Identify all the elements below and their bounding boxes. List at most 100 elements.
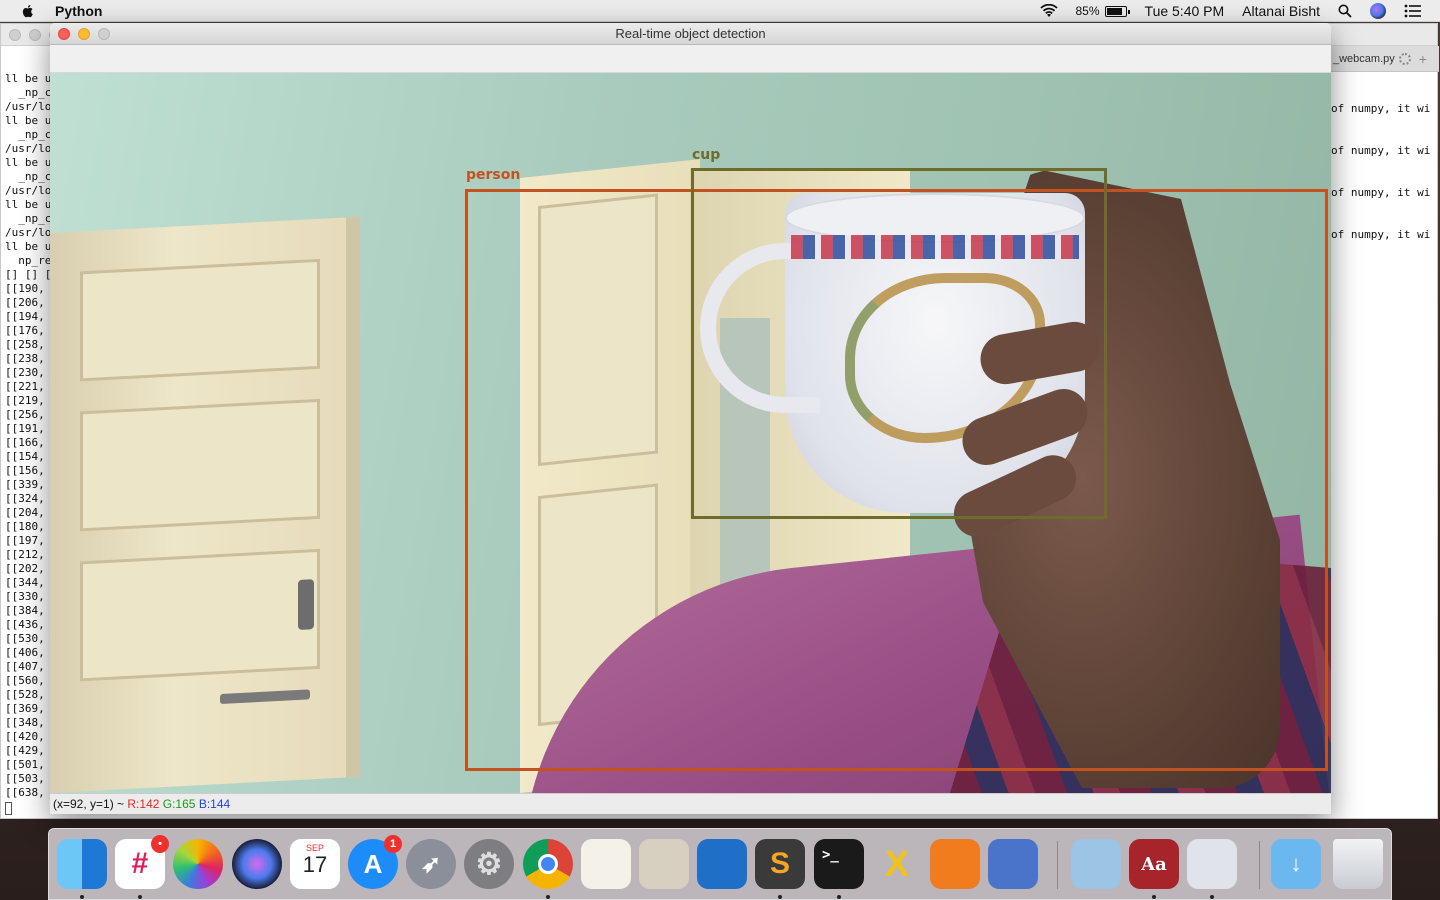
python-launcher-icon[interactable] — [988, 839, 1038, 889]
running-indicator — [1152, 895, 1156, 899]
app-store-icon[interactable]: A1 — [348, 835, 402, 889]
terminal-line: [[256, — [5, 408, 45, 421]
pixel-status-bar: (x=92, y=1) ~ R:142 G:165 B:144 — [50, 793, 1331, 814]
detection-titlebar[interactable]: Real-time object detection — [50, 23, 1331, 45]
terminal-line: _np_c — [5, 212, 51, 225]
terminal-line: _np_c — [5, 128, 51, 141]
new-tab-button[interactable]: + — [1419, 51, 1427, 67]
minimize-button[interactable] — [78, 28, 90, 40]
download-arrow-glyph: ↓ — [1290, 851, 1302, 876]
photos-icon[interactable] — [173, 839, 223, 889]
blue-channel-value: B:144 — [198, 797, 231, 811]
cup-detection-label: cup — [692, 147, 721, 163]
dock-separator — [1259, 841, 1260, 889]
chrome-icon[interactable] — [523, 839, 573, 889]
terminal-line: ll be u — [5, 198, 51, 211]
terminal-line: [[344, — [5, 576, 45, 589]
app-menu-python[interactable]: Python — [55, 3, 102, 19]
calendar-icon[interactable]: SEP 17 — [290, 839, 340, 889]
finder-icon[interactable] — [57, 839, 107, 889]
dock: # • SEP 17 A 1 ➶ ⚙ S >_ X Aa ↓ — [48, 828, 1392, 900]
terminal-line: /usr/lo — [5, 142, 51, 155]
terminal-line: ll be u — [5, 240, 51, 253]
terminal-output-right: of numpy, it wi of numpy, it wi of numpy… — [1331, 102, 1439, 302]
keychain-icon[interactable] — [639, 839, 689, 889]
dictionary-icon[interactable]: Aa — [1129, 839, 1179, 889]
terminal-line: [[206, — [5, 296, 45, 309]
terminal-line: [[221, — [5, 380, 45, 393]
terminal-line: [[219, — [5, 394, 45, 407]
menubar-user-name[interactable]: Altanai Bisht — [1242, 3, 1320, 19]
apple-menu-icon[interactable] — [20, 3, 36, 19]
siri-icon[interactable] — [232, 839, 282, 889]
sublime-icon[interactable]: S — [755, 839, 805, 889]
person-detection-label: person — [466, 167, 521, 183]
cup-bounding-box — [691, 168, 1107, 519]
wireshark-icon[interactable] — [697, 839, 747, 889]
terminal-icon[interactable]: >_ — [814, 839, 864, 889]
terminal-line: [[503, — [5, 772, 45, 785]
terminal-close-button[interactable] — [9, 29, 21, 41]
terminal-line: [[501, — [5, 758, 45, 771]
spotlight-search-icon[interactable] — [1338, 4, 1352, 18]
terminal-line: np_re — [5, 254, 51, 267]
terminal-line: /usr/lo — [5, 226, 51, 239]
green-channel-value: G:165 — [162, 797, 196, 811]
terminal-line: [[369, — [5, 702, 45, 715]
terminal-line: [[191, — [5, 422, 45, 435]
terminal-line: of numpy, it wi — [1331, 102, 1431, 115]
detection-toolbar — [50, 45, 1331, 73]
terminal-line: [[324, — [5, 492, 45, 505]
door-panel — [80, 548, 320, 682]
terminal-line: [[230, — [5, 366, 45, 379]
terminal-line: [[528, — [5, 688, 45, 701]
terminal-line: [[238, — [5, 352, 45, 365]
slack-icon[interactable]: # • — [115, 835, 169, 889]
terminal-line: [[348, — [5, 716, 45, 729]
terminal-line: [[258, — [5, 338, 45, 351]
notification-badge: 1 — [384, 835, 402, 853]
rocket-glyph: ➶ — [420, 850, 442, 878]
close-button[interactable] — [58, 28, 70, 40]
launchpad-icon[interactable]: ➶ — [406, 839, 456, 889]
downloads-folder-icon[interactable]: ↓ — [1271, 839, 1321, 889]
chrome-center — [538, 854, 558, 874]
terminal-minimize-button[interactable] — [29, 29, 41, 41]
postman-icon[interactable] — [930, 839, 980, 889]
door-panel — [80, 258, 320, 382]
siri-icon[interactable] — [1370, 3, 1386, 19]
zoom-button[interactable] — [98, 28, 110, 40]
preview-icon[interactable] — [1071, 839, 1121, 889]
detection-window-controls — [58, 28, 110, 40]
xquartz-icon[interactable]: X — [872, 839, 922, 889]
terminal-line: [[384, — [5, 604, 45, 617]
webcam-frame[interactable]: person cup — [50, 73, 1331, 793]
terminal-line: [[154, — [5, 450, 45, 463]
terminal-line: [[204, — [5, 506, 45, 519]
terminal-line: [[407, — [5, 660, 45, 673]
gear-icon[interactable]: ⚙ — [464, 839, 514, 889]
menubar-clock[interactable]: Tue 5:40 PM — [1145, 3, 1225, 19]
door-panel — [80, 398, 320, 532]
terminal-tab-title: _webcam.py — [1333, 52, 1395, 65]
terminal-line: [[436, — [5, 618, 45, 631]
calendar-day: 17 — [302, 852, 328, 877]
battery-status[interactable]: 85% — [1076, 4, 1130, 18]
terminal-tab[interactable]: _webcam.py + — [1331, 46, 1439, 72]
textedit-icon[interactable] — [581, 839, 631, 889]
terminal-line: [[420, — [5, 730, 45, 743]
terminal-line: /usr/lo — [5, 100, 51, 113]
notification-center-icon[interactable] — [1404, 4, 1422, 18]
terminal-line: of numpy, it wi — [1331, 228, 1431, 241]
running-indicator — [1210, 895, 1214, 899]
object-detection-window[interactable]: Real-time object detection person cup (x… — [50, 23, 1331, 814]
terminal-line: ll be u — [5, 114, 51, 127]
rocket-icon[interactable] — [1187, 839, 1237, 889]
wifi-icon[interactable] — [1039, 4, 1058, 18]
detection-window-title: Real-time object detection — [615, 26, 766, 41]
trash-icon[interactable] — [1333, 839, 1383, 889]
terminal-line: [[176, — [5, 324, 45, 337]
